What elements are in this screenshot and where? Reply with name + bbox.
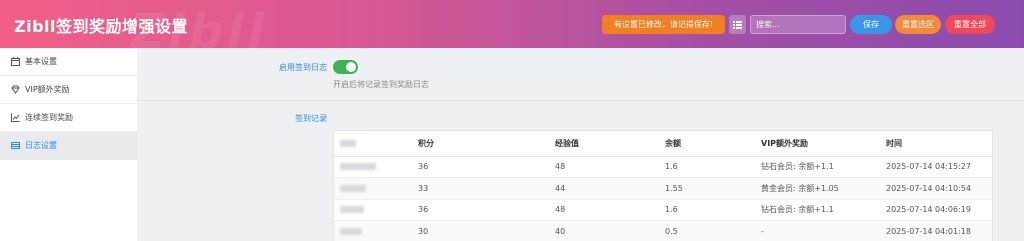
reset-all-button[interactable]: 重置全部 [945,15,995,34]
exp-cell: 40 [555,220,665,241]
table-header-row: 积分 经验值 余额 VIP额外奖励 时间 [334,131,992,157]
table-row: 36 48 1.6 钻石会员: 余额+1.1 2025-07-14 04:15:… [334,156,992,178]
sidebar-item-basic[interactable]: 基本设置 [0,48,137,76]
time-cell: 2025-07-14 04:15:27 [886,156,992,178]
column-header-user [334,131,418,157]
table-row: 36 48 1.6 钻石会员: 余额+1.1 2025-07-14 04:06:… [334,199,992,221]
calendar-icon [11,57,20,66]
sidebar-item-label: 日志设置 [25,141,57,150]
user-cell [334,177,418,200]
chart-line-icon [11,113,20,122]
sidebar: 基本设置 VIP额外奖励 连续签到奖励 日志设置 [0,48,137,241]
main-content: 启用签到日志 开启后将记录签到奖励日志 签到记录 积分 经验值 余额 VIP额外… [137,48,1024,241]
column-header-balance: 余额 [665,131,761,157]
column-header-vip: VIP额外奖励 [761,131,886,157]
vip-cell: - [761,220,886,241]
time-cell: 2025-07-14 04:10:54 [886,177,992,200]
time-cell: 2025-07-14 04:06:19 [886,199,992,221]
vip-cell: 钻石会员: 余额+1.1 [761,199,886,221]
points-cell: 36 [418,199,555,221]
toggle-knob [346,62,356,72]
user-cell [334,156,418,178]
points-cell: 30 [418,220,555,241]
exp-cell: 48 [555,199,665,221]
balance-cell: 0.5 [665,220,761,241]
section-divider [137,100,1024,101]
user-cell [334,220,418,241]
table-row: 30 40 0.5 - 2025-07-14 04:01:18 [334,220,992,241]
enable-log-hint: 开启后将记录签到奖励日志 [333,80,429,89]
reset-section-button[interactable]: 重置选区 [895,15,941,34]
page-title: Zibll签到奖励增强设置 [14,17,189,36]
exp-cell: 48 [555,156,665,178]
list-icon [11,141,20,150]
records-label: 签到记录 [295,114,327,123]
enable-log-label: 启用签到日志 [279,63,327,72]
save-button[interactable]: 保存 [850,15,892,34]
column-header-exp: 经验值 [555,131,665,157]
points-cell: 36 [418,156,555,178]
exp-cell: 44 [555,177,665,200]
diamond-icon [11,85,20,94]
time-cell: 2025-07-14 04:01:18 [886,220,992,241]
vip-cell: 黄金会员: 余额+1.05 [761,177,886,200]
sidebar-item-vip[interactable]: VIP额外奖励 [0,76,137,104]
sidebar-item-streak[interactable]: 连续签到奖励 [0,104,137,132]
top-header: Zibll Zibll签到奖励增强设置 有设置已修改，请记得保存! 保存 重置选… [0,0,1024,48]
records-table: 积分 经验值 余额 VIP额外奖励 时间 36 48 1.6 钻石会员: 余额+… [333,130,993,241]
column-header-points: 积分 [418,131,555,157]
balance-cell: 1.6 [665,199,761,221]
sidebar-item-label: 连续签到奖励 [25,113,73,122]
table-row: 33 44 1.55 黄金会员: 余额+1.05 2025-07-14 04:1… [334,177,992,200]
balance-cell: 1.55 [665,177,761,200]
balance-cell: 1.6 [665,156,761,178]
sidebar-item-label: 基本设置 [25,57,57,66]
sidebar-item-log[interactable]: 日志设置 [0,132,137,160]
enable-log-toggle[interactable] [333,60,358,74]
points-cell: 33 [418,177,555,200]
column-header-time: 时间 [886,131,992,157]
vip-cell: 钻石会员: 余额+1.1 [761,156,886,178]
search-input[interactable] [750,15,846,34]
list-icon [733,20,742,29]
list-toggle-button[interactable] [729,15,746,34]
user-cell [334,199,418,221]
unsaved-notice[interactable]: 有设置已修改，请记得保存! [602,15,725,34]
sidebar-item-label: VIP额外奖励 [25,85,70,94]
